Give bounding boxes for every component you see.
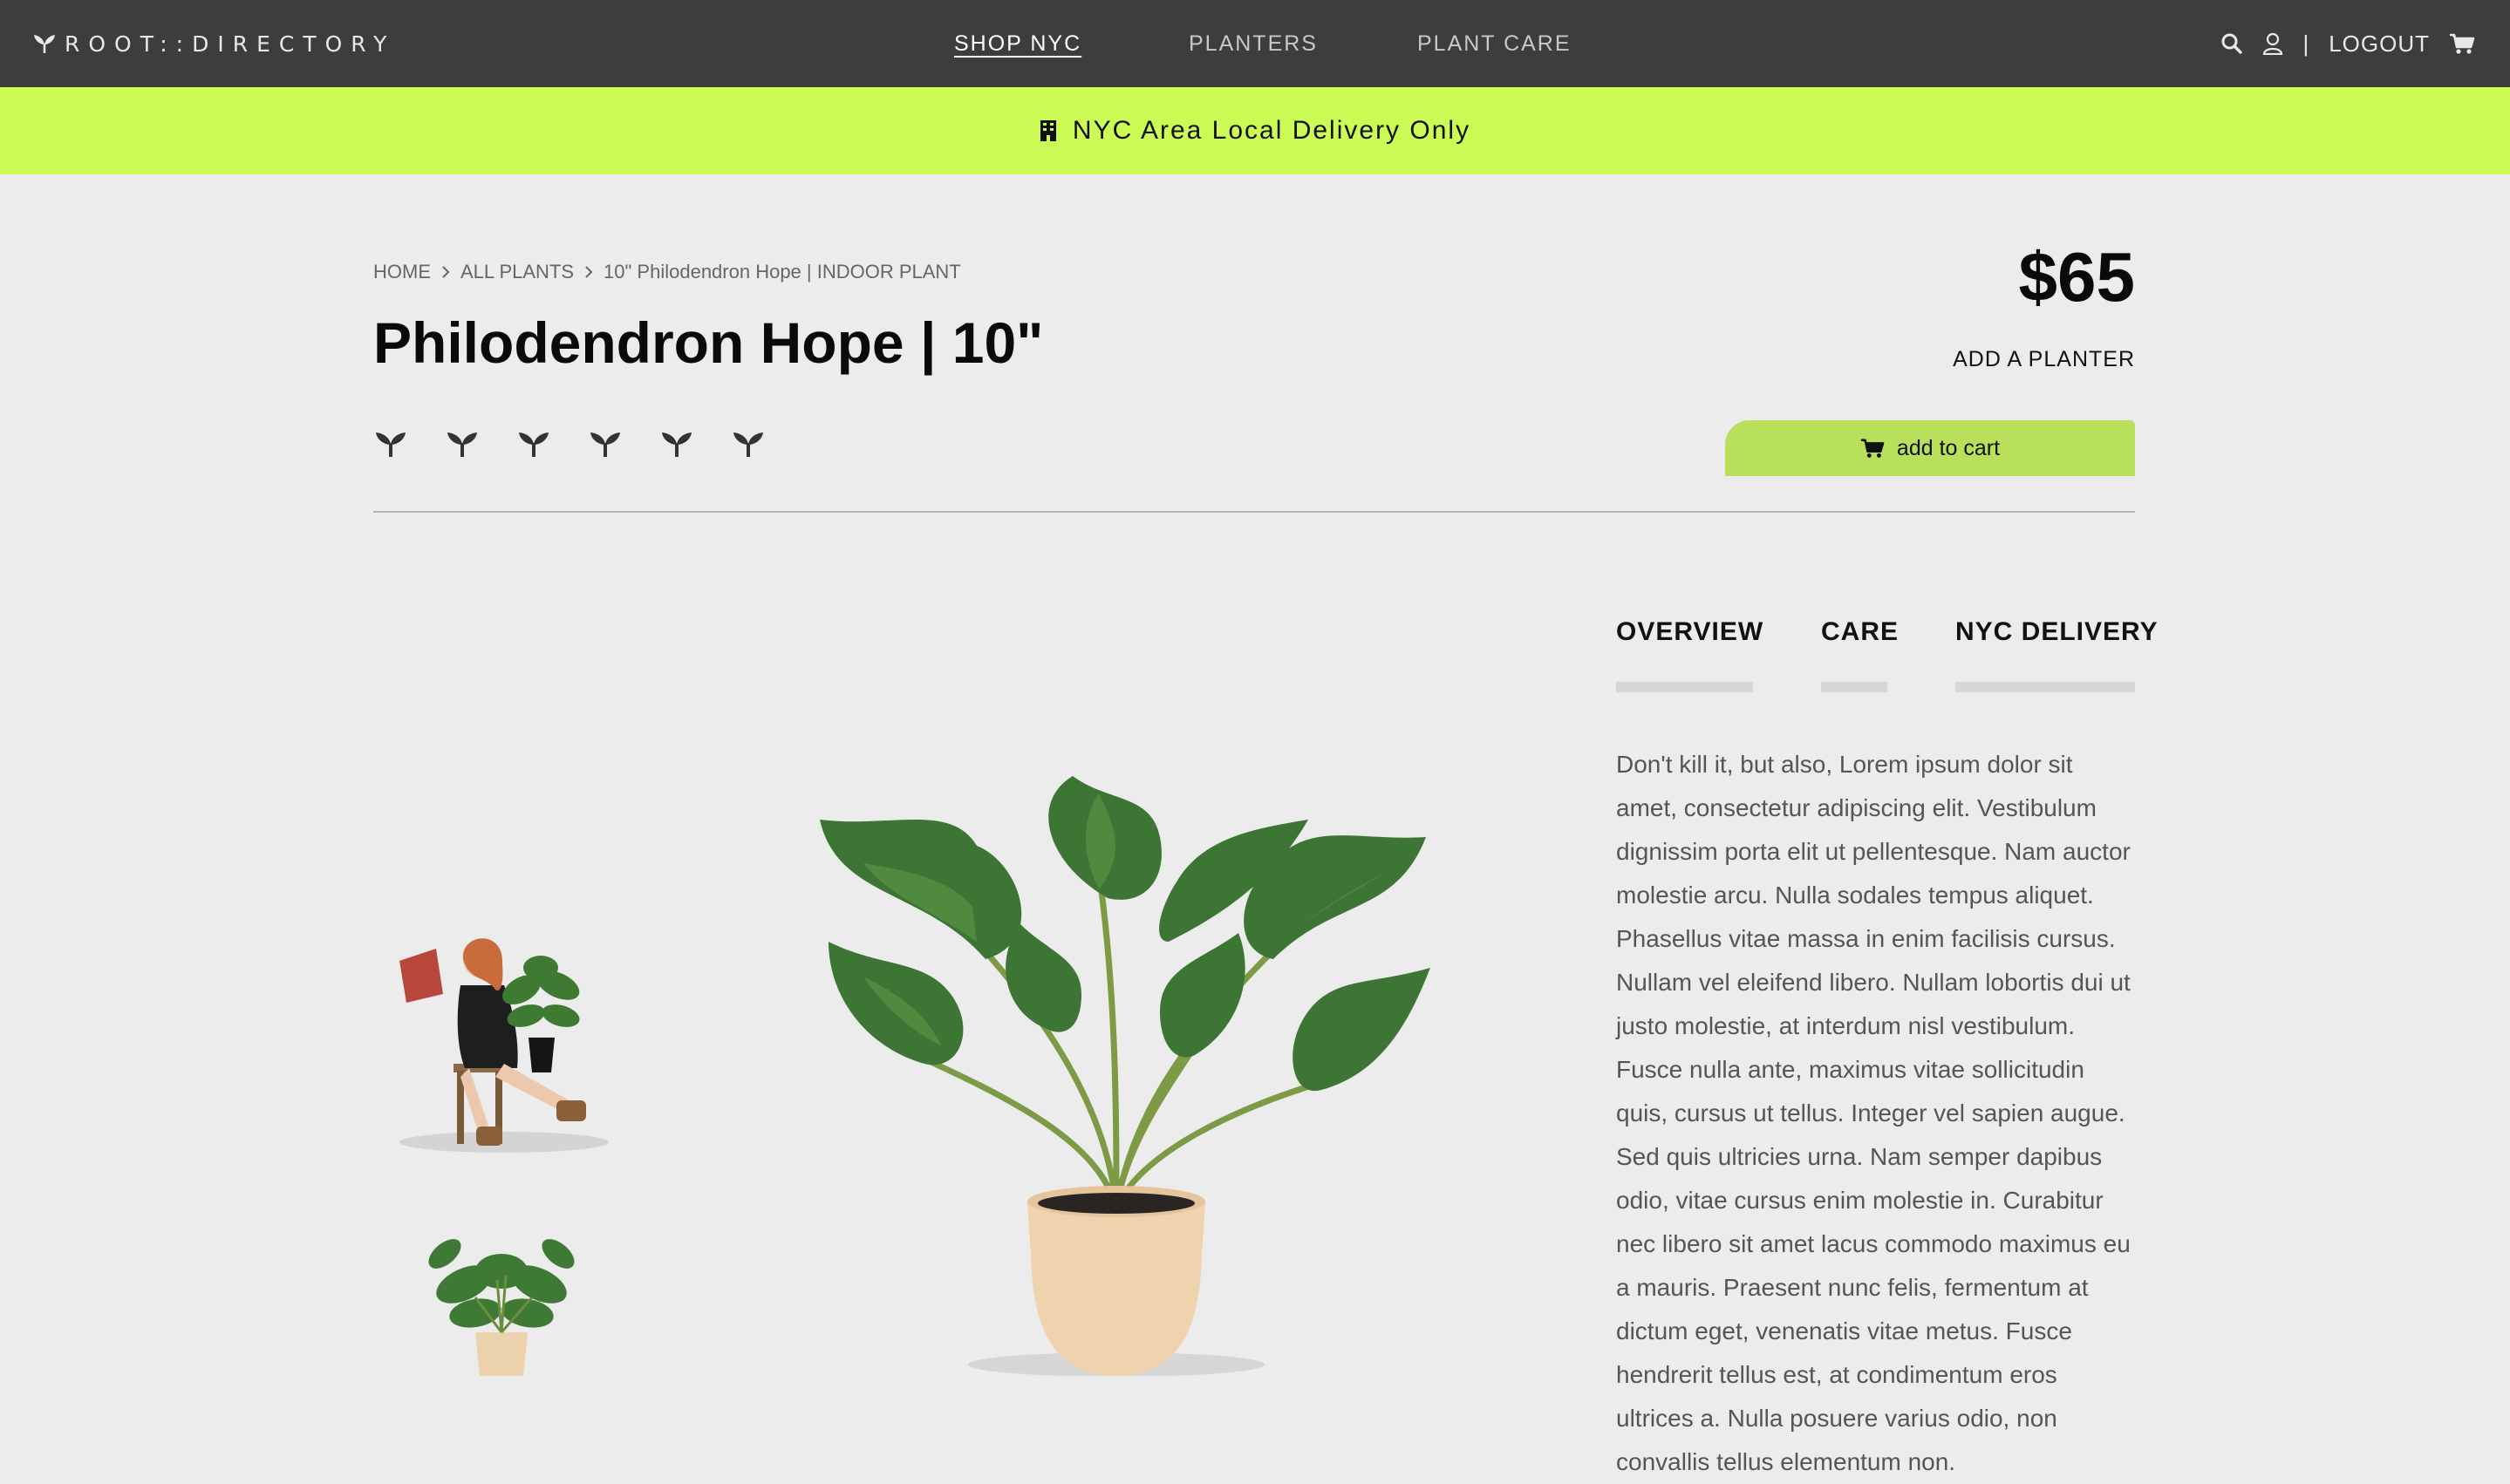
breadcrumb-all-plants[interactable]: ALL PLANTS — [460, 261, 574, 283]
tab-overview-indicator — [1616, 682, 1753, 692]
add-to-cart-label: add to cart — [1896, 435, 2001, 460]
sprout-icon — [733, 432, 763, 457]
building-icon — [1040, 120, 1056, 141]
chevron-right-icon — [442, 266, 450, 278]
sprout-icon — [519, 432, 549, 457]
sprout-rating — [373, 425, 766, 460]
gallery-thumbnail-person-with-plant[interactable] — [373, 898, 617, 1160]
product-description: Don't kill it, but also, Lorem ipsum dol… — [1616, 751, 2131, 1475]
header-separator: | — [2302, 30, 2310, 57]
nav-link-shop-nyc[interactable]: SHOP NYC — [954, 28, 1081, 59]
product-price: $65 — [2018, 238, 2135, 316]
logout-link[interactable]: LOGOUT — [2329, 31, 2430, 58]
main-product-image — [820, 776, 1430, 1376]
sprout-icon — [376, 432, 406, 457]
tab-care-indicator — [1821, 682, 1887, 692]
nav-link-plant-care[interactable]: PLANT CARE — [1417, 28, 1572, 59]
banner-text: NYC Area Local Delivery Only — [1072, 116, 1471, 145]
cart-icon — [1860, 439, 1885, 458]
sprout-icon — [447, 432, 477, 457]
tab-overview[interactable]: OVERVIEW — [1616, 617, 1763, 647]
logo-leaf-icon — [34, 35, 55, 53]
top-nav-bar: ROOT::DIRECTORY SHOP NYC PLANTERS PLANT … — [0, 0, 2510, 87]
breadcrumb-home[interactable]: HOME — [373, 261, 431, 283]
delivery-banner: NYC Area Local Delivery Only — [0, 87, 2510, 174]
sprout-icon — [662, 432, 692, 457]
brand-logo[interactable]: ROOT::DIRECTORY — [33, 28, 395, 59]
search-icon[interactable] — [2220, 32, 2243, 55]
cart-icon[interactable] — [2449, 32, 2475, 55]
brand-name: ROOT::DIRECTORY — [65, 31, 396, 57]
add-planter-link[interactable]: ADD A PLANTER — [1953, 347, 2135, 372]
sprout-icon — [590, 432, 620, 457]
tab-nyc-delivery[interactable]: NYC DELIVERY — [1955, 617, 2159, 647]
add-to-cart-button[interactable]: add to cart — [1725, 420, 2135, 476]
nav-link-planters[interactable]: PLANTERS — [1189, 28, 1318, 59]
chevron-right-icon — [585, 266, 593, 278]
breadcrumb: HOME ALL PLANTS 10" Philodendron Hope | … — [373, 258, 961, 286]
breadcrumb-current: 10" Philodendron Hope | INDOOR PLANT — [604, 261, 961, 283]
tab-care[interactable]: CARE — [1821, 617, 1899, 647]
header-tools: | LOGOUT — [2220, 24, 2475, 63]
tab-nyc-delivery-indicator — [1955, 682, 2135, 692]
user-icon[interactable] — [2262, 32, 2283, 55]
section-divider — [373, 511, 2135, 513]
product-title: Philodendron Hope | 10" — [373, 310, 1044, 375]
gallery-thumbnail-plant[interactable] — [410, 1219, 593, 1376]
